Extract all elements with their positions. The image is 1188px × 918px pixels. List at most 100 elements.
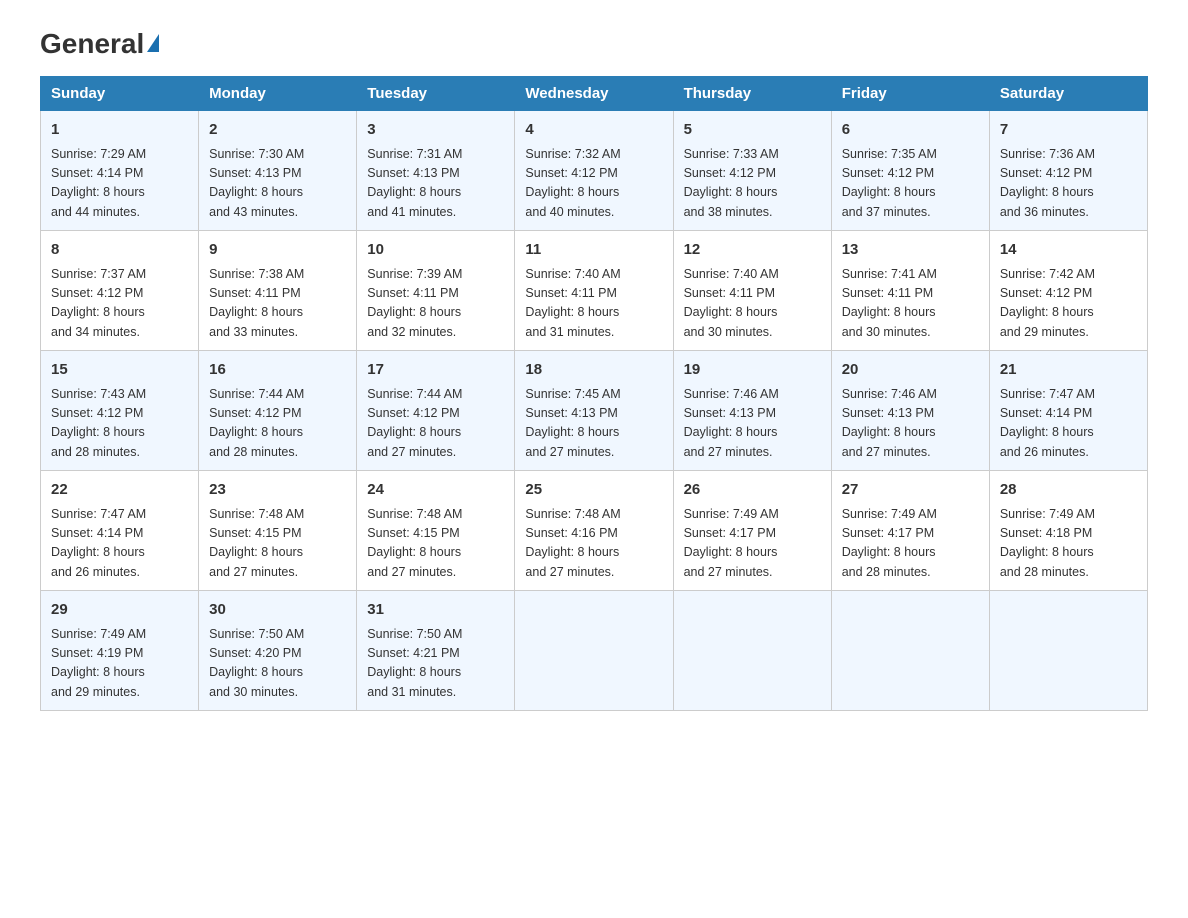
calendar-day-cell: 29 Sunrise: 7:49 AMSunset: 4:19 PMDayligh…: [41, 591, 199, 711]
calendar-header-friday: Friday: [831, 77, 989, 111]
day-number: 26: [684, 479, 821, 502]
day-number: 10: [367, 239, 504, 262]
day-info: Sunrise: 7:49 AMSunset: 4:17 PMDaylight:…: [684, 505, 821, 583]
calendar-header-saturday: Saturday: [989, 77, 1147, 111]
day-info: Sunrise: 7:49 AMSunset: 4:17 PMDaylight:…: [842, 505, 979, 583]
calendar-day-cell: [831, 591, 989, 711]
day-info: Sunrise: 7:48 AMSunset: 4:15 PMDaylight:…: [209, 505, 346, 583]
day-info: Sunrise: 7:50 AMSunset: 4:20 PMDaylight:…: [209, 625, 346, 703]
page-header: General: [40, 30, 1148, 60]
day-number: 1: [51, 119, 188, 142]
day-info: Sunrise: 7:40 AMSunset: 4:11 PMDaylight:…: [684, 265, 821, 343]
day-number: 14: [1000, 239, 1137, 262]
day-number: 24: [367, 479, 504, 502]
day-number: 20: [842, 359, 979, 382]
day-number: 27: [842, 479, 979, 502]
day-number: 8: [51, 239, 188, 262]
calendar-week-row: 22 Sunrise: 7:47 AMSunset: 4:14 PMDayligh…: [41, 471, 1148, 591]
calendar-day-cell: 8 Sunrise: 7:37 AMSunset: 4:12 PMDaylight…: [41, 231, 199, 351]
day-info: Sunrise: 7:41 AMSunset: 4:11 PMDaylight:…: [842, 265, 979, 343]
calendar-day-cell: [515, 591, 673, 711]
calendar-day-cell: 13 Sunrise: 7:41 AMSunset: 4:11 PMDayligh…: [831, 231, 989, 351]
day-number: 6: [842, 119, 979, 142]
day-number: 5: [684, 119, 821, 142]
day-info: Sunrise: 7:40 AMSunset: 4:11 PMDaylight:…: [525, 265, 662, 343]
calendar-day-cell: 15 Sunrise: 7:43 AMSunset: 4:12 PMDayligh…: [41, 351, 199, 471]
calendar-header-sunday: Sunday: [41, 77, 199, 111]
day-number: 28: [1000, 479, 1137, 502]
calendar-day-cell: 24 Sunrise: 7:48 AMSunset: 4:15 PMDayligh…: [357, 471, 515, 591]
calendar-day-cell: 28 Sunrise: 7:49 AMSunset: 4:18 PMDayligh…: [989, 471, 1147, 591]
calendar-day-cell: 9Sunrise: 7:38 AMSunset: 4:11 PMDaylight…: [199, 231, 357, 351]
calendar-week-row: 29 Sunrise: 7:49 AMSunset: 4:19 PMDayligh…: [41, 591, 1148, 711]
calendar-table: SundayMondayTuesdayWednesdayThursdayFrid…: [40, 76, 1148, 711]
calendar-day-cell: [989, 591, 1147, 711]
calendar-header-row: SundayMondayTuesdayWednesdayThursdayFrid…: [41, 77, 1148, 111]
day-number: 16: [209, 359, 346, 382]
calendar-week-row: 1 Sunrise: 7:29 AMSunset: 4:14 PMDaylight…: [41, 111, 1148, 231]
day-info: Sunrise: 7:47 AMSunset: 4:14 PMDaylight:…: [1000, 385, 1137, 463]
calendar-day-cell: 6 Sunrise: 7:35 AMSunset: 4:12 PMDaylight…: [831, 111, 989, 231]
calendar-day-cell: 23 Sunrise: 7:48 AMSunset: 4:15 PMDayligh…: [199, 471, 357, 591]
day-info: Sunrise: 7:38 AMSunset: 4:11 PMDaylight:…: [209, 265, 346, 343]
day-number: 3: [367, 119, 504, 142]
logo-triangle-icon: [147, 34, 159, 52]
calendar-day-cell: 20 Sunrise: 7:46 AMSunset: 4:13 PMDayligh…: [831, 351, 989, 471]
day-number: 18: [525, 359, 662, 382]
day-info: Sunrise: 7:43 AMSunset: 4:12 PMDaylight:…: [51, 385, 188, 463]
day-info: Sunrise: 7:48 AMSunset: 4:15 PMDaylight:…: [367, 505, 504, 583]
day-info: Sunrise: 7:49 AMSunset: 4:18 PMDaylight:…: [1000, 505, 1137, 583]
day-number: 31: [367, 599, 504, 622]
calendar-day-cell: 31 Sunrise: 7:50 AMSunset: 4:21 PMDayligh…: [357, 591, 515, 711]
day-number: 29: [51, 599, 188, 622]
day-info: Sunrise: 7:44 AMSunset: 4:12 PMDaylight:…: [367, 385, 504, 463]
calendar-week-row: 15 Sunrise: 7:43 AMSunset: 4:12 PMDayligh…: [41, 351, 1148, 471]
day-number: 4: [525, 119, 662, 142]
calendar-day-cell: 5 Sunrise: 7:33 AMSunset: 4:12 PMDaylight…: [673, 111, 831, 231]
day-info: Sunrise: 7:49 AMSunset: 4:19 PMDaylight:…: [51, 625, 188, 703]
day-number: 12: [684, 239, 821, 262]
day-info: Sunrise: 7:42 AMSunset: 4:12 PMDaylight:…: [1000, 265, 1137, 343]
day-info: Sunrise: 7:29 AMSunset: 4:14 PMDaylight:…: [51, 145, 188, 223]
calendar-header-thursday: Thursday: [673, 77, 831, 111]
calendar-day-cell: 12 Sunrise: 7:40 AMSunset: 4:11 PMDayligh…: [673, 231, 831, 351]
calendar-day-cell: 17 Sunrise: 7:44 AMSunset: 4:12 PMDayligh…: [357, 351, 515, 471]
calendar-day-cell: 19Sunrise: 7:46 AMSunset: 4:13 PMDayligh…: [673, 351, 831, 471]
day-info: Sunrise: 7:39 AMSunset: 4:11 PMDaylight:…: [367, 265, 504, 343]
calendar-day-cell: 27 Sunrise: 7:49 AMSunset: 4:17 PMDayligh…: [831, 471, 989, 591]
day-number: 25: [525, 479, 662, 502]
calendar-header-monday: Monday: [199, 77, 357, 111]
day-info: Sunrise: 7:46 AMSunset: 4:13 PMDaylight:…: [842, 385, 979, 463]
calendar-day-cell: 1 Sunrise: 7:29 AMSunset: 4:14 PMDaylight…: [41, 111, 199, 231]
calendar-day-cell: 14 Sunrise: 7:42 AMSunset: 4:12 PMDayligh…: [989, 231, 1147, 351]
day-number: 7: [1000, 119, 1137, 142]
day-info: Sunrise: 7:37 AMSunset: 4:12 PMDaylight:…: [51, 265, 188, 343]
day-info: Sunrise: 7:50 AMSunset: 4:21 PMDaylight:…: [367, 625, 504, 703]
day-info: Sunrise: 7:32 AMSunset: 4:12 PMDaylight:…: [525, 145, 662, 223]
day-info: Sunrise: 7:45 AMSunset: 4:13 PMDaylight:…: [525, 385, 662, 463]
day-number: 21: [1000, 359, 1137, 382]
logo-general: General: [40, 30, 144, 58]
calendar-day-cell: 2Sunrise: 7:30 AMSunset: 4:13 PMDaylight…: [199, 111, 357, 231]
calendar-day-cell: 3 Sunrise: 7:31 AMSunset: 4:13 PMDaylight…: [357, 111, 515, 231]
day-info: Sunrise: 7:47 AMSunset: 4:14 PMDaylight:…: [51, 505, 188, 583]
calendar-header-tuesday: Tuesday: [357, 77, 515, 111]
day-info: Sunrise: 7:35 AMSunset: 4:12 PMDaylight:…: [842, 145, 979, 223]
day-number: 30: [209, 599, 346, 622]
calendar-day-cell: 25Sunrise: 7:48 AMSunset: 4:16 PMDayligh…: [515, 471, 673, 591]
day-info: Sunrise: 7:33 AMSunset: 4:12 PMDaylight:…: [684, 145, 821, 223]
day-number: 15: [51, 359, 188, 382]
calendar-day-cell: 18 Sunrise: 7:45 AMSunset: 4:13 PMDayligh…: [515, 351, 673, 471]
day-number: 22: [51, 479, 188, 502]
calendar-day-cell: 10 Sunrise: 7:39 AMSunset: 4:11 PMDayligh…: [357, 231, 515, 351]
calendar-day-cell: 7 Sunrise: 7:36 AMSunset: 4:12 PMDaylight…: [989, 111, 1147, 231]
day-info: Sunrise: 7:36 AMSunset: 4:12 PMDaylight:…: [1000, 145, 1137, 223]
day-number: 23: [209, 479, 346, 502]
calendar-day-cell: 4 Sunrise: 7:32 AMSunset: 4:12 PMDaylight…: [515, 111, 673, 231]
day-info: Sunrise: 7:46 AMSunset: 4:13 PMDaylight:…: [684, 385, 821, 463]
day-number: 2: [209, 119, 346, 142]
day-info: Sunrise: 7:31 AMSunset: 4:13 PMDaylight:…: [367, 145, 504, 223]
calendar-body: 1 Sunrise: 7:29 AMSunset: 4:14 PMDaylight…: [41, 111, 1148, 711]
day-number: 17: [367, 359, 504, 382]
day-number: 13: [842, 239, 979, 262]
